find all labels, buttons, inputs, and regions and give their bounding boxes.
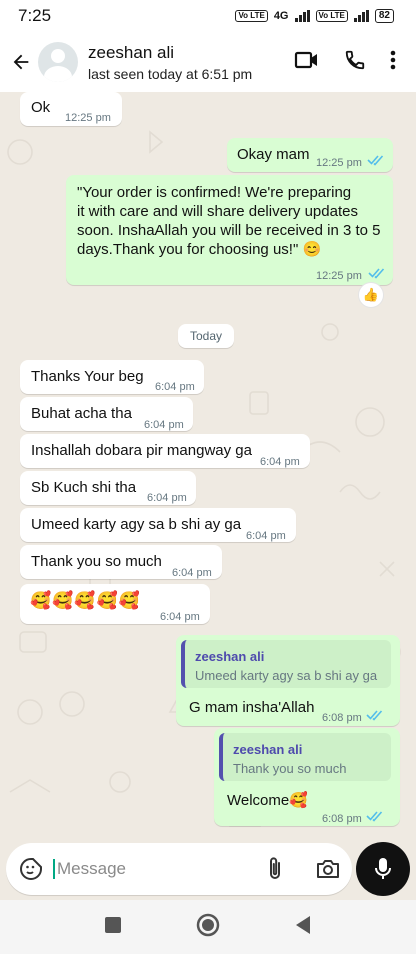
phone-icon[interactable]: [344, 49, 366, 76]
message-line: it with care and will share delivery upd…: [77, 203, 358, 220]
recents-square-icon[interactable]: [104, 916, 122, 939]
home-circle-icon[interactable]: [196, 913, 220, 942]
message-text: Welcome🥰: [227, 792, 308, 809]
message-time: 12:25 pm: [65, 112, 111, 124]
chat-area[interactable]: Ok 12:25 pm Okay mam 12:25 pm "Your orde…: [0, 92, 416, 840]
contact-info[interactable]: zeeshan ali last seen today at 6:51 pm: [88, 43, 294, 82]
message-incoming[interactable]: Inshallah dobara pir mangway ga 6:04 pm: [20, 434, 310, 468]
camera-icon[interactable]: [315, 858, 341, 880]
battery-icon: 82: [374, 9, 394, 23]
more-vert-icon[interactable]: [390, 49, 396, 76]
message-text: Thank you so much: [31, 553, 162, 570]
message-time: 6:04 pm: [246, 530, 286, 542]
message-line: days.Thank you for choosing us!" 😊: [77, 241, 322, 258]
message-time: 6:08 pm: [322, 712, 362, 724]
composer: [6, 843, 352, 895]
message-incoming[interactable]: Buhat acha tha 6:04 pm: [20, 397, 193, 431]
network-type: 4G: [273, 10, 289, 22]
status-icons: Vo LTE 4G Vo LTE 82: [235, 9, 394, 23]
video-call-icon[interactable]: [294, 49, 320, 76]
back-triangle-icon[interactable]: [294, 915, 312, 940]
status-time: 7:25: [18, 6, 52, 25]
date-divider: Today: [178, 324, 235, 348]
avatar[interactable]: [38, 42, 78, 82]
signal-icon-2: [353, 10, 369, 22]
read-ticks-icon: [366, 811, 383, 822]
message-time: 6:04 pm: [144, 419, 184, 431]
emoji-sticker-icon[interactable]: [19, 857, 43, 881]
contact-name: zeeshan ali: [88, 42, 175, 62]
chat-header: zeeshan ali last seen today at 6:51 pm: [0, 32, 416, 92]
attach-icon[interactable]: [265, 856, 285, 882]
message-incoming[interactable]: Umeed karty agy sa b shi ay ga 6:04 pm: [20, 508, 296, 542]
message-input[interactable]: [53, 859, 243, 879]
reaction-badge[interactable]: 👍: [358, 282, 384, 308]
quote-text: Umeed karty agy sa b shi ay ga: [195, 668, 378, 683]
quote-text: Thank you so much: [233, 761, 347, 776]
volte-badge-2: Vo LTE: [315, 10, 348, 22]
read-ticks-icon: [366, 710, 383, 721]
message-text: Sb Kuch shi tha: [31, 479, 137, 496]
message-outgoing-reply[interactable]: zeeshan ali Thank you so much Welcome🥰 6…: [214, 728, 400, 826]
message-time: 6:04 pm: [172, 567, 212, 579]
quoted-message[interactable]: zeeshan ali Thank you so much: [219, 733, 391, 781]
message-outgoing[interactable]: Okay mam 12:25 pm: [227, 138, 393, 172]
message-incoming[interactable]: Sb Kuch shi tha 6:04 pm: [20, 471, 196, 505]
message-text: Ok: [31, 99, 51, 116]
volte-badge: Vo LTE: [235, 10, 268, 22]
last-seen: last seen today at 6:51 pm: [88, 65, 253, 82]
message-incoming[interactable]: Ok 12:25 pm: [20, 92, 122, 126]
message-text: Thanks Your beg: [31, 368, 144, 385]
message-text: Umeed karty agy sa b shi ay ga: [31, 516, 242, 533]
quoted-message[interactable]: zeeshan ali Umeed karty agy sa b shi ay …: [181, 640, 391, 688]
message-text: Inshallah dobara pir mangway ga: [31, 442, 252, 459]
thumbs-up-icon: 👍: [362, 287, 380, 303]
message-time: 12:25 pm: [316, 157, 362, 169]
read-ticks-icon: [367, 155, 384, 166]
message-time: 6:04 pm: [155, 381, 195, 393]
signal-icon: [294, 10, 310, 22]
mic-button[interactable]: [356, 842, 410, 896]
message-time: 6:04 pm: [160, 611, 200, 623]
system-nav-bar: [0, 900, 416, 954]
message-line: soon. InshaAllah you will be received in…: [77, 222, 381, 239]
mic-icon: [375, 858, 391, 879]
message-incoming[interactable]: Thanks Your beg 6:04 pm: [20, 360, 204, 394]
message-time: 12:25 pm: [316, 270, 362, 282]
message-text: "Your order is confirmed! We're preparin…: [77, 183, 389, 259]
composer-bar: [0, 840, 416, 900]
back-arrow-icon[interactable]: [4, 42, 38, 82]
message-incoming[interactable]: Thank you so much 6:04 pm: [20, 545, 222, 579]
message-text: Okay mam: [237, 146, 310, 163]
quote-author: zeeshan ali: [233, 742, 303, 757]
message-line: "Your order is confirmed! We're preparin…: [77, 184, 352, 201]
message-time: 6:04 pm: [147, 492, 187, 504]
message-incoming[interactable]: 🥰🥰🥰🥰🥰 6:04 pm: [20, 584, 210, 624]
message-text: Buhat acha tha: [31, 405, 132, 422]
message-text: 🥰🥰🥰🥰🥰: [30, 591, 141, 611]
message-time: 6:04 pm: [260, 456, 300, 468]
quote-author: zeeshan ali: [195, 649, 265, 664]
message-outgoing[interactable]: "Your order is confirmed! We're preparin…: [66, 175, 393, 285]
read-ticks-icon: [368, 268, 385, 279]
message-outgoing-reply[interactable]: zeeshan ali Umeed karty agy sa b shi ay …: [176, 635, 400, 726]
message-text: G mam insha'Allah: [189, 699, 315, 716]
status-bar: 7:25 Vo LTE 4G Vo LTE 82: [0, 0, 416, 32]
message-time: 6:08 pm: [322, 813, 362, 825]
